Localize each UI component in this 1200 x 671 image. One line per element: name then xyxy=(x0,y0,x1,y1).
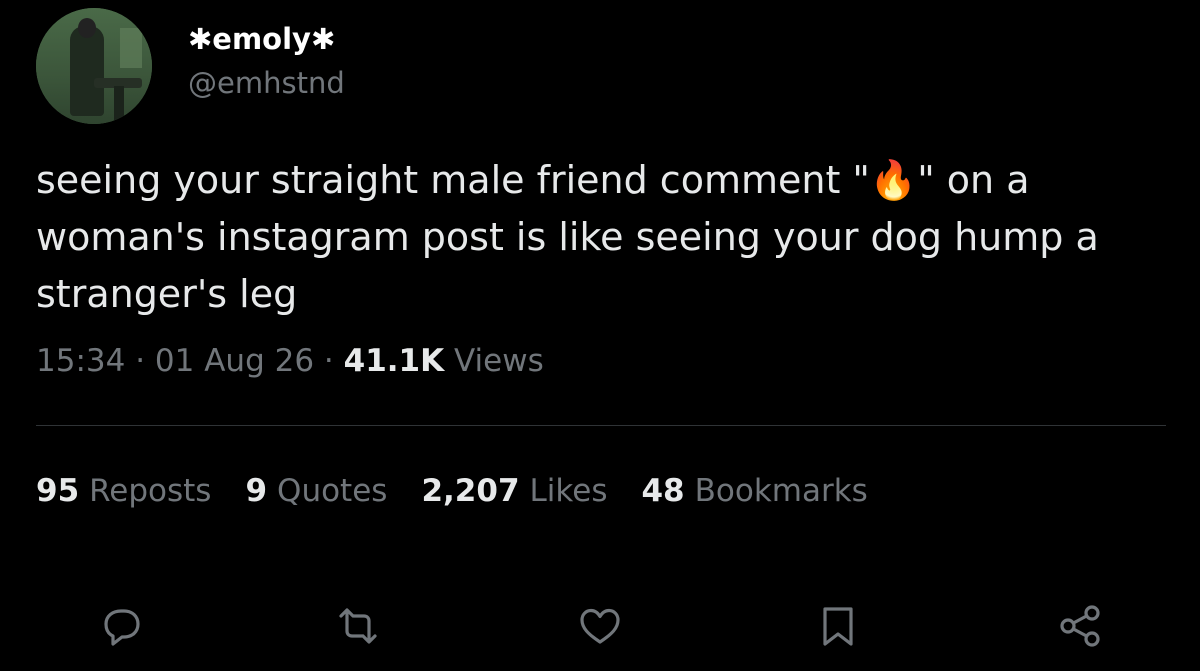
tweet-time[interactable]: 15:34 xyxy=(36,343,125,379)
reposts-stat[interactable]: 95 Reposts xyxy=(36,473,211,509)
bookmarks-stat[interactable]: 48 Bookmarks xyxy=(641,473,867,509)
user-handle[interactable]: @emhstnd xyxy=(188,66,345,100)
avatar[interactable] xyxy=(36,8,152,124)
bookmark-button[interactable] xyxy=(808,596,868,656)
share-icon xyxy=(1060,605,1100,647)
bookmarks-label: Bookmarks xyxy=(694,473,868,509)
bookmark-icon xyxy=(823,607,853,646)
likes-count: 2,207 xyxy=(421,473,520,509)
share-button[interactable] xyxy=(1050,596,1110,656)
avatar-window xyxy=(120,28,142,68)
views-count: 41.1K xyxy=(343,343,445,379)
engagement-stats: 95 Reposts 9 Quotes 2,207 Likes 48 Bookmarks xyxy=(36,473,902,509)
reposts-count: 95 xyxy=(36,473,80,509)
like-icon xyxy=(580,608,620,644)
avatar-figure xyxy=(70,26,104,116)
quotes-label: Quotes xyxy=(277,473,388,509)
reply-icon xyxy=(104,609,140,646)
tweet-text-before: seeing your straight male friend comment… xyxy=(36,158,870,202)
display-name[interactable]: ✱emoly✱ xyxy=(188,22,335,56)
likes-label: Likes xyxy=(529,473,608,509)
tweet-meta: 15:34 · 01 Aug 26 · 41.1K Views xyxy=(36,343,544,379)
views-label: Views xyxy=(454,343,544,379)
avatar-chair-leg xyxy=(114,86,124,124)
bookmarks-count: 48 xyxy=(641,473,685,509)
reply-button[interactable] xyxy=(92,596,152,656)
like-button[interactable] xyxy=(570,596,630,656)
quotes-stat[interactable]: 9 Quotes xyxy=(245,473,387,509)
likes-stat[interactable]: 2,207 Likes xyxy=(421,473,607,509)
meta-separator: · xyxy=(323,343,334,379)
repost-button[interactable] xyxy=(328,596,388,656)
fire-emoji: 🔥 xyxy=(869,158,918,202)
avatar-head xyxy=(78,18,96,38)
divider xyxy=(36,425,1166,426)
tweet-date[interactable]: 01 Aug 26 xyxy=(155,343,314,379)
quotes-count: 9 xyxy=(245,473,268,509)
meta-separator: · xyxy=(135,343,146,379)
repost-icon xyxy=(339,608,377,644)
reposts-label: Reposts xyxy=(89,473,212,509)
tweet-text: seeing your straight male friend comment… xyxy=(36,152,1176,323)
